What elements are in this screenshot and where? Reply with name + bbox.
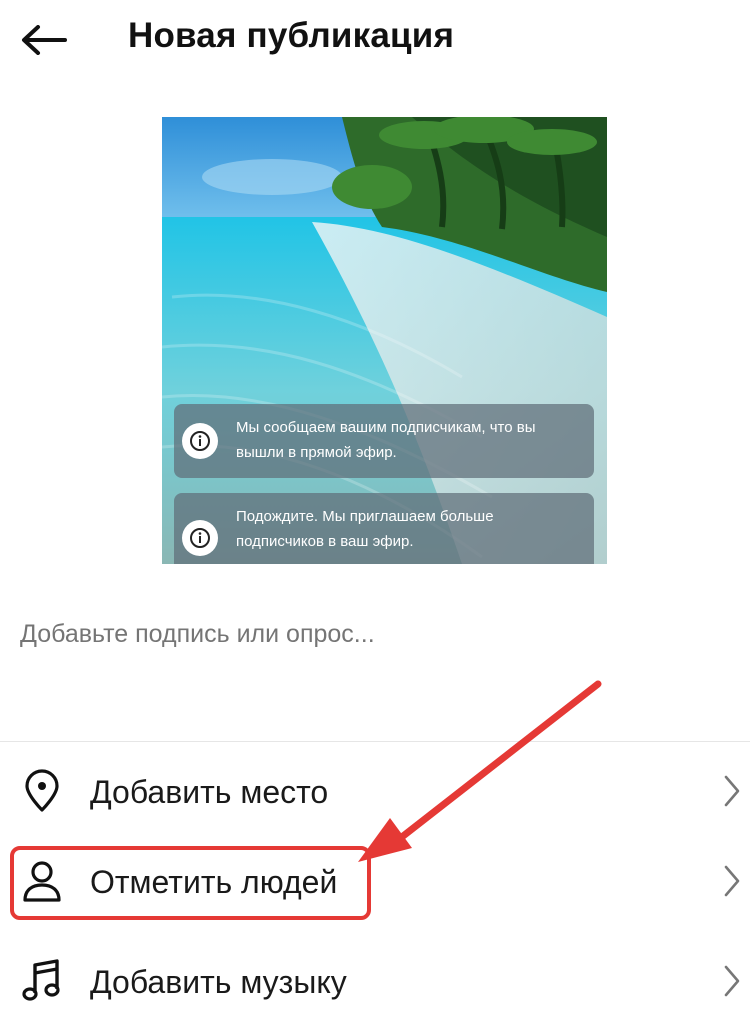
annotation-arrow	[358, 680, 602, 862]
